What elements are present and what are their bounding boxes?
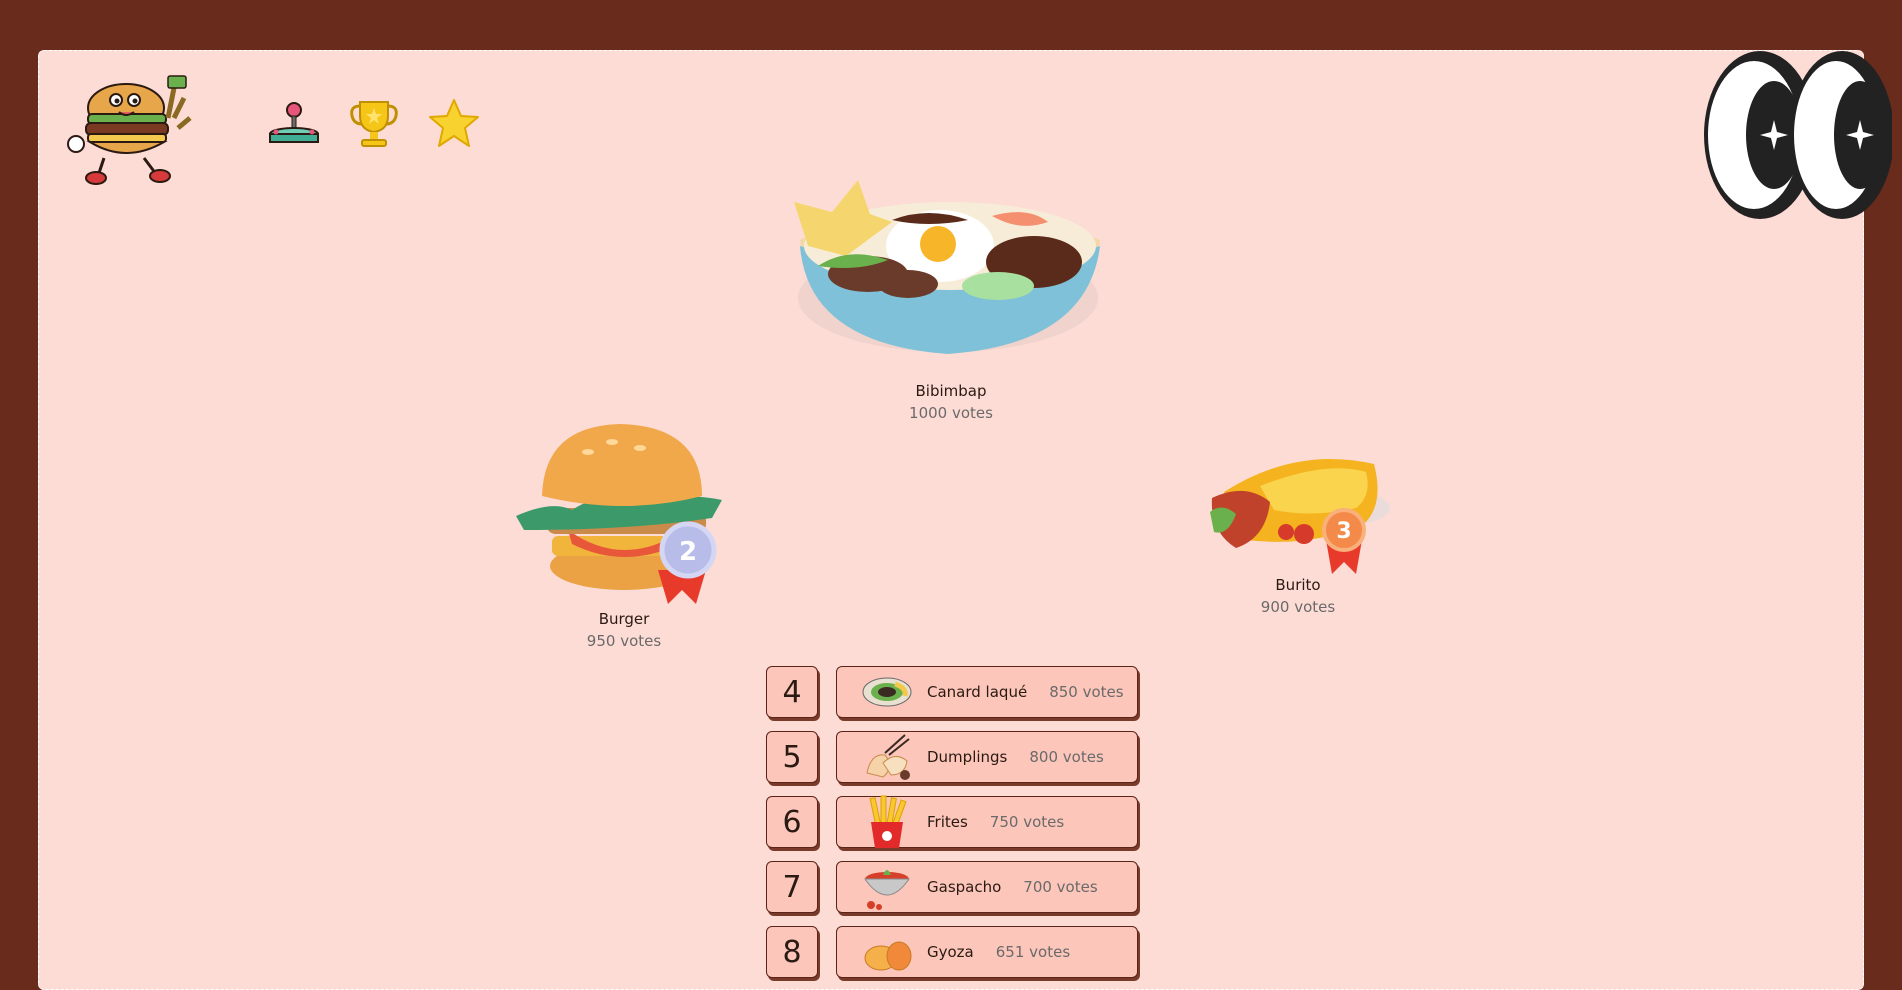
ranking-votes: 700 votes xyxy=(1023,878,1098,896)
trophy-icon[interactable] xyxy=(346,96,402,152)
rank-number-5: 5 xyxy=(766,731,818,783)
podium-name-3: Burito xyxy=(1275,576,1321,594)
star-icon[interactable] xyxy=(426,96,482,152)
ranking-votes: 850 votes xyxy=(1049,683,1124,701)
ranking-votes: 651 votes xyxy=(995,943,1071,961)
gyoza-image xyxy=(859,926,915,978)
ranking-row-gyoza[interactable]: Gyoza 651 votes xyxy=(836,926,1138,978)
rank-number-6: 6 xyxy=(766,796,818,848)
ranking-row-canard-laque[interactable]: Canard laqué 850 votes xyxy=(836,666,1138,718)
peking-duck-plate-image xyxy=(859,666,915,718)
ranking-votes: 750 votes xyxy=(989,813,1065,831)
podium-votes-1: 1000 votes xyxy=(909,404,993,422)
ranking-row-gaspacho[interactable]: Gaspacho 700 votes xyxy=(836,861,1138,913)
burger-image: 2 xyxy=(516,424,722,604)
bronze-medal-label: 3 xyxy=(1336,519,1351,544)
ranking-name: Gaspacho xyxy=(927,878,1002,896)
ranking-name: Dumplings xyxy=(927,748,1008,766)
podium-name-1: Bibimbap xyxy=(915,382,987,400)
joystick-icon[interactable] xyxy=(266,96,322,152)
ranking-row-dumplings[interactable]: Dumplings 800 votes xyxy=(836,731,1138,783)
ranking-row-frites[interactable]: Frites 750 votes xyxy=(836,795,1138,848)
podium-votes-2: 950 votes xyxy=(586,632,662,650)
ranking-name: Frites xyxy=(927,813,968,831)
silver-medal-label: 2 xyxy=(679,537,697,567)
ranking-votes: 800 votes xyxy=(1029,748,1104,766)
burrito-image: 3 xyxy=(1210,458,1390,574)
rank-number-8: 8 xyxy=(766,926,818,978)
cartoon-eyes xyxy=(1704,51,1892,219)
fries-image xyxy=(859,795,915,848)
dumplings-image xyxy=(859,731,915,783)
rank-number-4: 4 xyxy=(766,666,818,718)
rank-number-7: 7 xyxy=(766,861,818,913)
podium-name-2: Burger xyxy=(598,610,650,628)
podium-votes-3: 900 votes xyxy=(1260,598,1336,616)
ranking-name: Gyoza xyxy=(927,943,974,961)
burger-mascot-logo[interactable] xyxy=(64,68,196,186)
gazpacho-bowl-image xyxy=(859,861,915,913)
bibimbap-bowl-image xyxy=(794,180,1100,354)
ranking-name: Canard laqué xyxy=(927,683,1028,701)
